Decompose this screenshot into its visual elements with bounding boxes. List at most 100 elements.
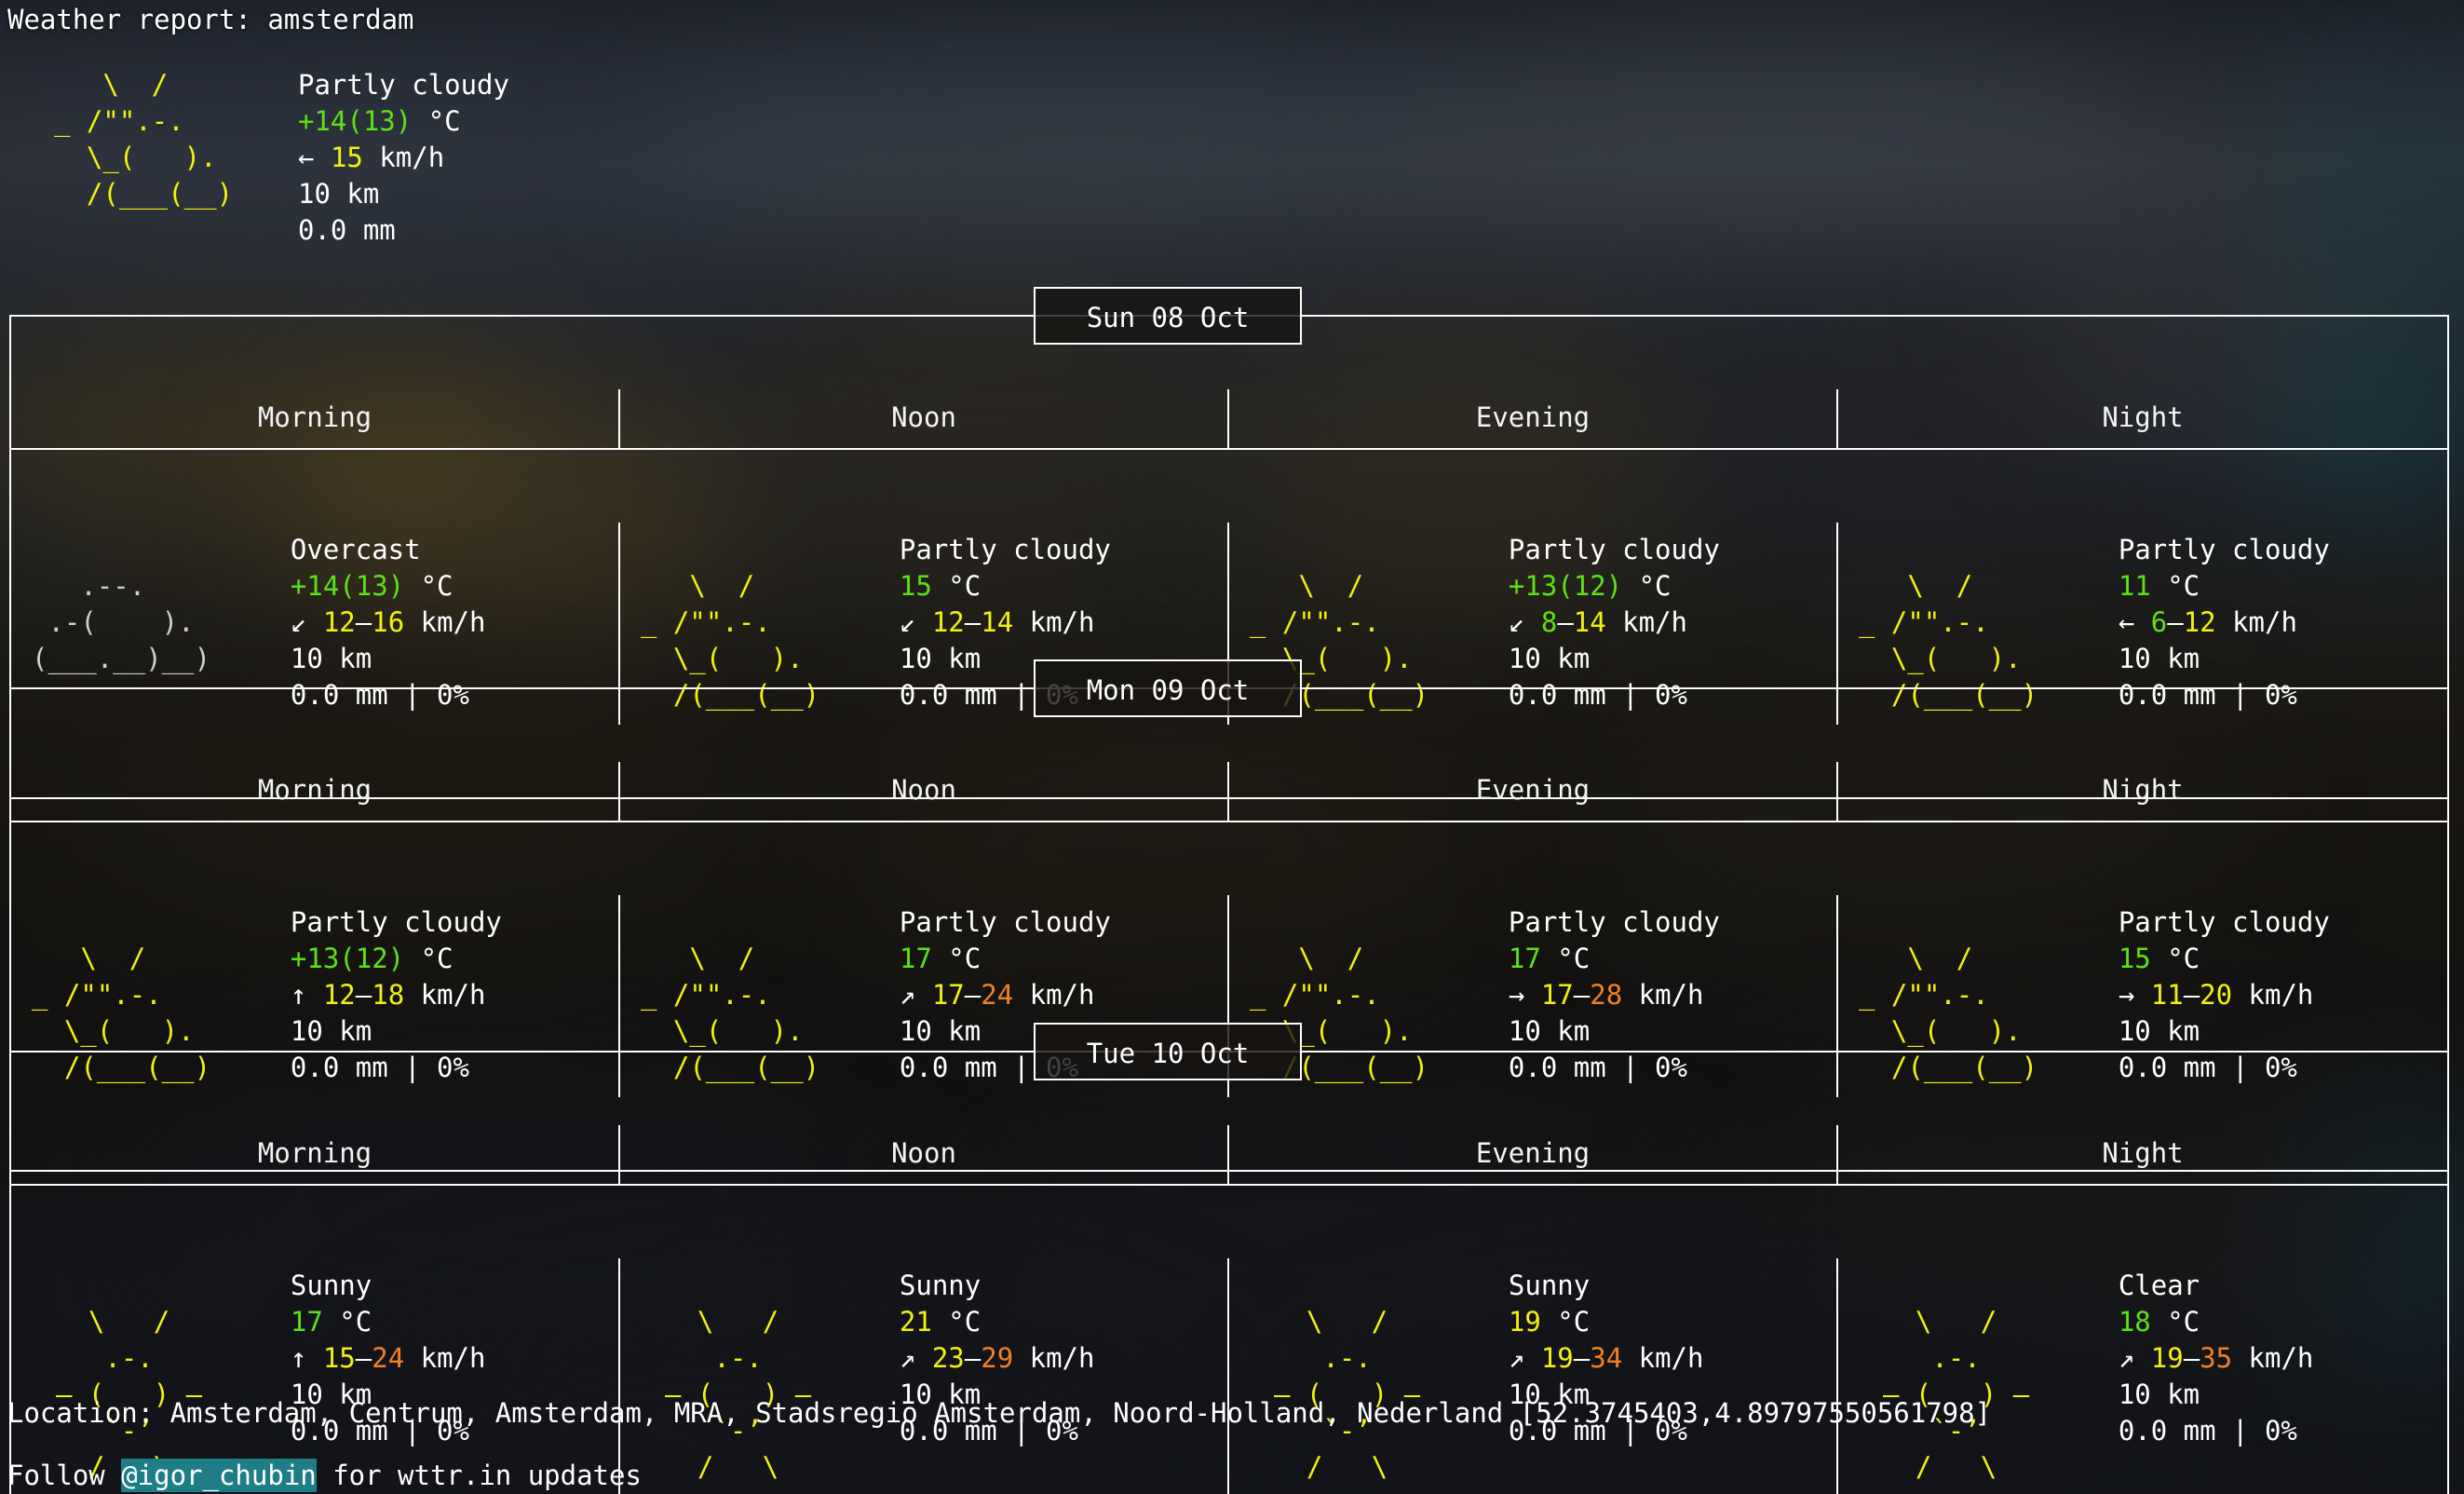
wind-direction-arrow-icon: → [1508, 979, 1525, 1011]
art-line-3: \_( ). [1859, 643, 2022, 674]
visibility: 10 km [2118, 1379, 2200, 1410]
temp-unit: °C [948, 1306, 982, 1338]
condition: Partly cloudy [1508, 534, 1720, 565]
temp-unit: °C [1557, 943, 1591, 974]
wind-high: 34 [1590, 1342, 1623, 1374]
wind-unit: km/h [420, 979, 486, 1011]
art-line-1: \ / [56, 1306, 170, 1338]
temperature: 19 [1508, 1306, 1541, 1338]
condition: Overcast [290, 534, 421, 565]
wind-high: 35 [2200, 1342, 2233, 1374]
forecast-cell-2-2: \ / .-. — ( ) — `-’ / \ Sunny 19 °C ↗ 19… [1229, 1258, 1838, 1494]
follow-line: Follow @igor_chubin for wttr.in updates [7, 1458, 642, 1494]
day-1-header-row: Morning Noon Evening Night [11, 762, 2447, 822]
temperature: 21 [899, 1306, 932, 1338]
temperature: 17 [1508, 943, 1541, 974]
art-line-2: _ /"".-. [641, 606, 771, 638]
current-precipitation: 0.0 mm [298, 214, 396, 246]
current-art-line-2: _ /"".-. [54, 105, 184, 137]
art-line-3: \_( ). [1859, 1015, 2022, 1047]
wind-direction-arrow-icon: ↗ [2118, 1342, 2135, 1374]
column-header-noon: Noon [620, 762, 1229, 821]
current-temperature: +14(13) [298, 105, 413, 137]
wind-low: 11 [2150, 979, 2184, 1011]
column-header-night: Night [2102, 401, 2184, 433]
art-line-3: \_( ). [641, 643, 804, 674]
art-line-1: \ / [1883, 1306, 1997, 1338]
forecast-info: Partly cloudy 11 °C ← 6–12 km/h 10 km 0.… [2118, 534, 2330, 711]
wind-high: 14 [981, 606, 1014, 638]
art-line-1: \ / [1859, 943, 1973, 974]
visibility: 10 km [2118, 1015, 2200, 1047]
art-line-5: / \ [1883, 1451, 1997, 1483]
wind-direction-arrow-icon: ↙ [899, 606, 916, 638]
wind-low: 8 [1540, 606, 1558, 638]
art-line-3: \_( ). [32, 1015, 195, 1047]
art-line-5: / \ [1274, 1451, 1388, 1483]
current-art-line-1: \ / [54, 69, 169, 101]
wind-low: 23 [931, 1342, 965, 1374]
column-header-night: Night [2102, 1137, 2184, 1169]
art-line-2: _ /"".-. [1859, 979, 1989, 1011]
wind-low: 17 [931, 979, 965, 1011]
wind-unit: km/h [1622, 606, 1688, 638]
art-line-2: .-. [1274, 1342, 1372, 1374]
condition: Sunny [1508, 1270, 1591, 1301]
wind-direction-arrow-icon: ↙ [290, 606, 307, 638]
temp-unit: °C [948, 570, 982, 602]
column-header-morning: Morning [11, 1125, 620, 1184]
wind-unit: km/h [1638, 1342, 1704, 1374]
art-line-2: .-. [1883, 1342, 1981, 1374]
current-art-line-3: \_( ). [54, 142, 217, 173]
weather-icon-sunny: \ / .-. — ( ) — `-’ / \ [11, 1268, 291, 1486]
twitter-handle-link[interactable]: @igor_chubin [121, 1459, 317, 1492]
wind-high: 29 [981, 1342, 1014, 1374]
wind-direction-arrow-icon: ← [2118, 606, 2135, 638]
temperature: +14(13) [290, 570, 405, 602]
temp-unit: °C [2167, 943, 2200, 974]
wind-direction-arrow-icon: ↑ [290, 979, 307, 1011]
column-header-noon: Noon [620, 389, 1229, 448]
art-line-1: .--. [32, 570, 146, 602]
art-line-1: \ / [32, 943, 146, 974]
wind-low: 12 [322, 979, 356, 1011]
column-header-night: Night [2102, 774, 2184, 806]
day-title-0: Sun 08 Oct [1034, 287, 1302, 345]
day-0-header-row: Morning Noon Evening Night [11, 389, 2447, 450]
visibility: 10 km [1508, 643, 1591, 674]
current-visibility: 10 km [298, 178, 380, 210]
wind-unit: km/h [1029, 1342, 1095, 1374]
wind-high: 24 [981, 979, 1014, 1011]
art-line-2: _ /"".-. [1250, 606, 1380, 638]
art-line-1: \ / [641, 570, 755, 602]
column-header-morning: Morning [11, 389, 620, 448]
art-line-1: \ / [665, 1306, 779, 1338]
forecast-cell-2-1: \ / .-. — ( ) — `-’ / \ Sunny 21 °C ↗ 23… [620, 1258, 1229, 1494]
wind-high: 24 [372, 1342, 405, 1374]
art-line-1: \ / [1274, 1306, 1388, 1338]
wind-unit: km/h [1029, 606, 1095, 638]
visibility: 10 km [2118, 643, 2200, 674]
condition: Sunny [899, 1270, 982, 1301]
wind-direction-arrow-icon: ↗ [1508, 1342, 1525, 1374]
wind-unit: km/h [1638, 979, 1704, 1011]
wind-low: 19 [2150, 1342, 2184, 1374]
forecast-info: Sunny 17 °C ↑ 15–24 km/h 10 km 0.0 mm | … [290, 1270, 486, 1446]
condition: Clear [2118, 1270, 2200, 1301]
weather-icon-sunny: \ / .-. — ( ) — `-’ / \ [1229, 1268, 1509, 1486]
condition: Partly cloudy [899, 534, 1111, 565]
temperature: +13(12) [1508, 570, 1623, 602]
temp-unit: °C [420, 570, 454, 602]
condition: Partly cloudy [2118, 534, 2330, 565]
weather-icon-overcast: .--. .-( ). (___.__)__) [11, 532, 291, 713]
wind-high: 12 [2183, 606, 2216, 638]
temp-unit: °C [339, 1306, 372, 1338]
wind-low: 12 [931, 606, 965, 638]
art-line-2: .-( ). [32, 606, 195, 638]
column-header-evening: Evening [1229, 1125, 1838, 1184]
art-line-2: _ /"".-. [641, 979, 771, 1011]
visibility: 10 km [899, 643, 982, 674]
forecast-info: Sunny 19 °C ↗ 19–34 km/h 10 km 0.0 mm | … [1508, 1270, 1704, 1446]
temperature: 18 [2118, 1306, 2151, 1338]
wind-low: 15 [322, 1342, 356, 1374]
